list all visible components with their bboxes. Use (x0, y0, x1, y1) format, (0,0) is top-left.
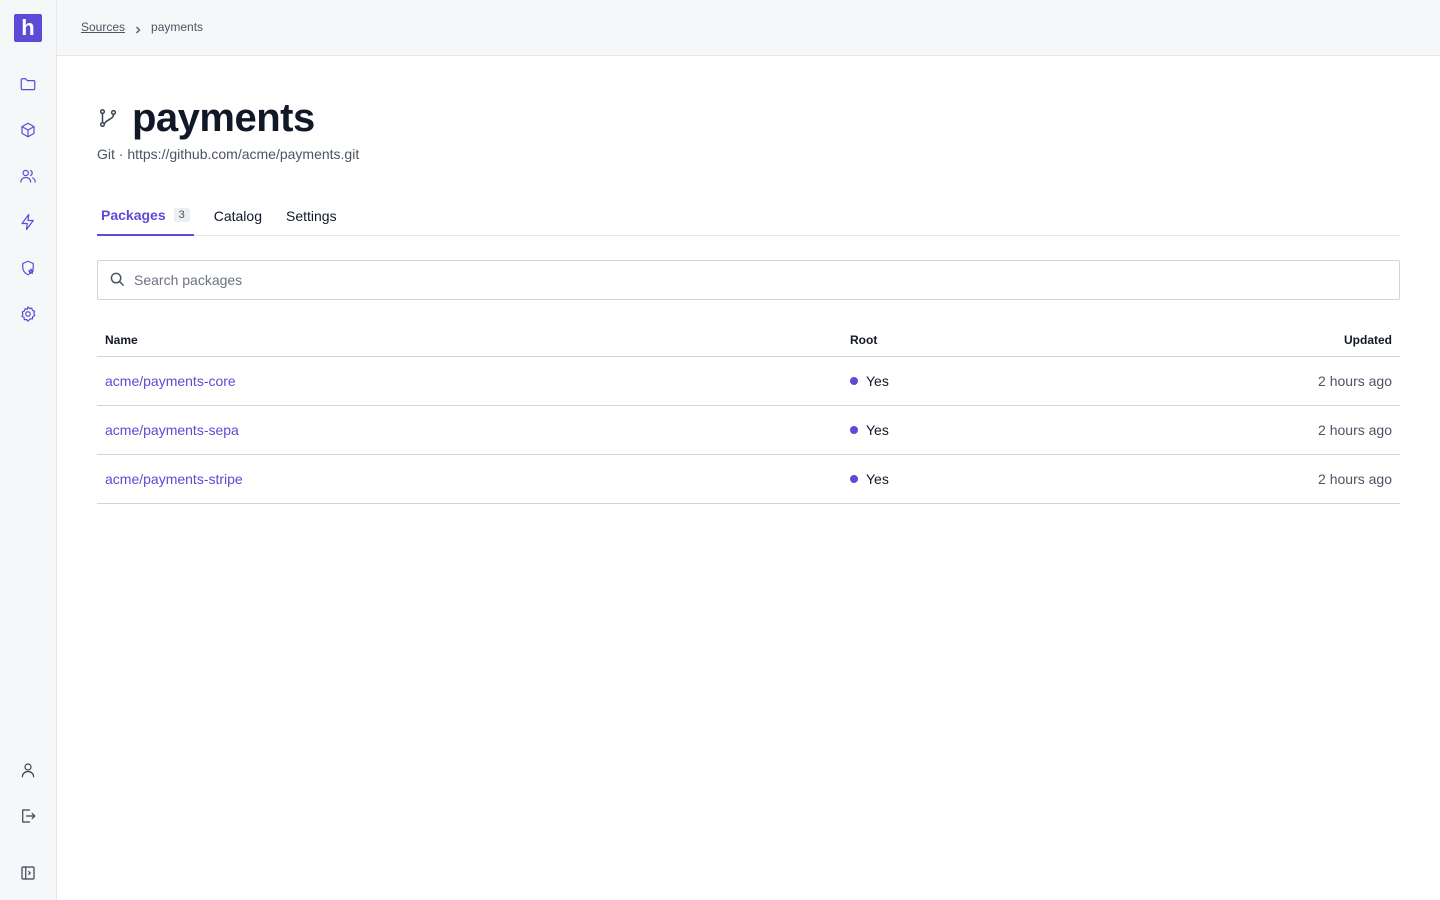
root-status-dot (850, 377, 858, 385)
table-row: acme/payments-core Yes 2 hours ago (97, 357, 1400, 406)
tab-packages[interactable]: Packages 3 (97, 196, 194, 236)
package-link[interactable]: acme/payments-core (105, 373, 236, 389)
tab-bar: Packages 3 Catalog Settings (97, 196, 1400, 236)
folder-icon[interactable] (16, 72, 40, 96)
tab-catalog-label: Catalog (213, 208, 262, 224)
logout-icon[interactable] (16, 804, 40, 828)
top-bar: Sources payments (57, 0, 1440, 56)
column-header-name[interactable]: Name (97, 333, 842, 347)
updated-value: 2 hours ago (1318, 422, 1392, 438)
package-icon[interactable] (16, 118, 40, 142)
packages-table: Name Root Updated acme/payments-core Yes… (97, 324, 1400, 504)
git-branch-icon (97, 107, 121, 131)
search-input[interactable] (134, 272, 1334, 288)
user-icon[interactable] (16, 758, 40, 782)
package-link[interactable]: acme/payments-stripe (105, 471, 243, 487)
root-value: Yes (866, 373, 889, 389)
users-icon[interactable] (16, 164, 40, 188)
tab-catalog[interactable]: Catalog (210, 196, 266, 236)
root-value: Yes (866, 422, 889, 438)
table-row: acme/payments-sepa Yes 2 hours ago (97, 406, 1400, 455)
tab-settings[interactable]: Settings (282, 196, 341, 236)
search-icon (110, 272, 126, 288)
updated-value: 2 hours ago (1318, 471, 1392, 487)
sidebar: h (0, 0, 57, 900)
search-box (97, 260, 1400, 300)
app-logo[interactable]: h (14, 14, 42, 42)
root-status-dot (850, 426, 858, 434)
updated-value: 2 hours ago (1318, 373, 1392, 389)
package-link[interactable]: acme/payments-sepa (105, 422, 239, 438)
chevron-right-icon (134, 23, 142, 34)
tab-packages-label: Packages (101, 207, 166, 223)
breadcrumb-sources-link[interactable]: Sources (81, 20, 125, 34)
gear-icon[interactable] (16, 302, 40, 326)
tab-settings-label: Settings (286, 208, 337, 224)
table-row: acme/payments-stripe Yes 2 hours ago (97, 455, 1400, 504)
breadcrumb-current: payments (151, 20, 204, 34)
page-header: payments (97, 96, 315, 141)
bolt-icon[interactable] (16, 210, 40, 234)
breadcrumb: Sources payments (81, 20, 203, 34)
page-title: payments (132, 96, 315, 140)
root-status-dot (850, 475, 858, 483)
shield-star-icon[interactable] (16, 256, 40, 280)
tab-packages-count-badge: 3 (173, 208, 190, 222)
source-url: Git · https://github.com/acme/payments.g… (97, 146, 360, 162)
root-value: Yes (866, 471, 889, 487)
column-header-root[interactable]: Root (842, 333, 1142, 347)
column-header-updated[interactable]: Updated (1142, 333, 1400, 347)
collapse-sidebar-icon[interactable] (16, 861, 40, 885)
table-header: Name Root Updated (97, 324, 1400, 357)
